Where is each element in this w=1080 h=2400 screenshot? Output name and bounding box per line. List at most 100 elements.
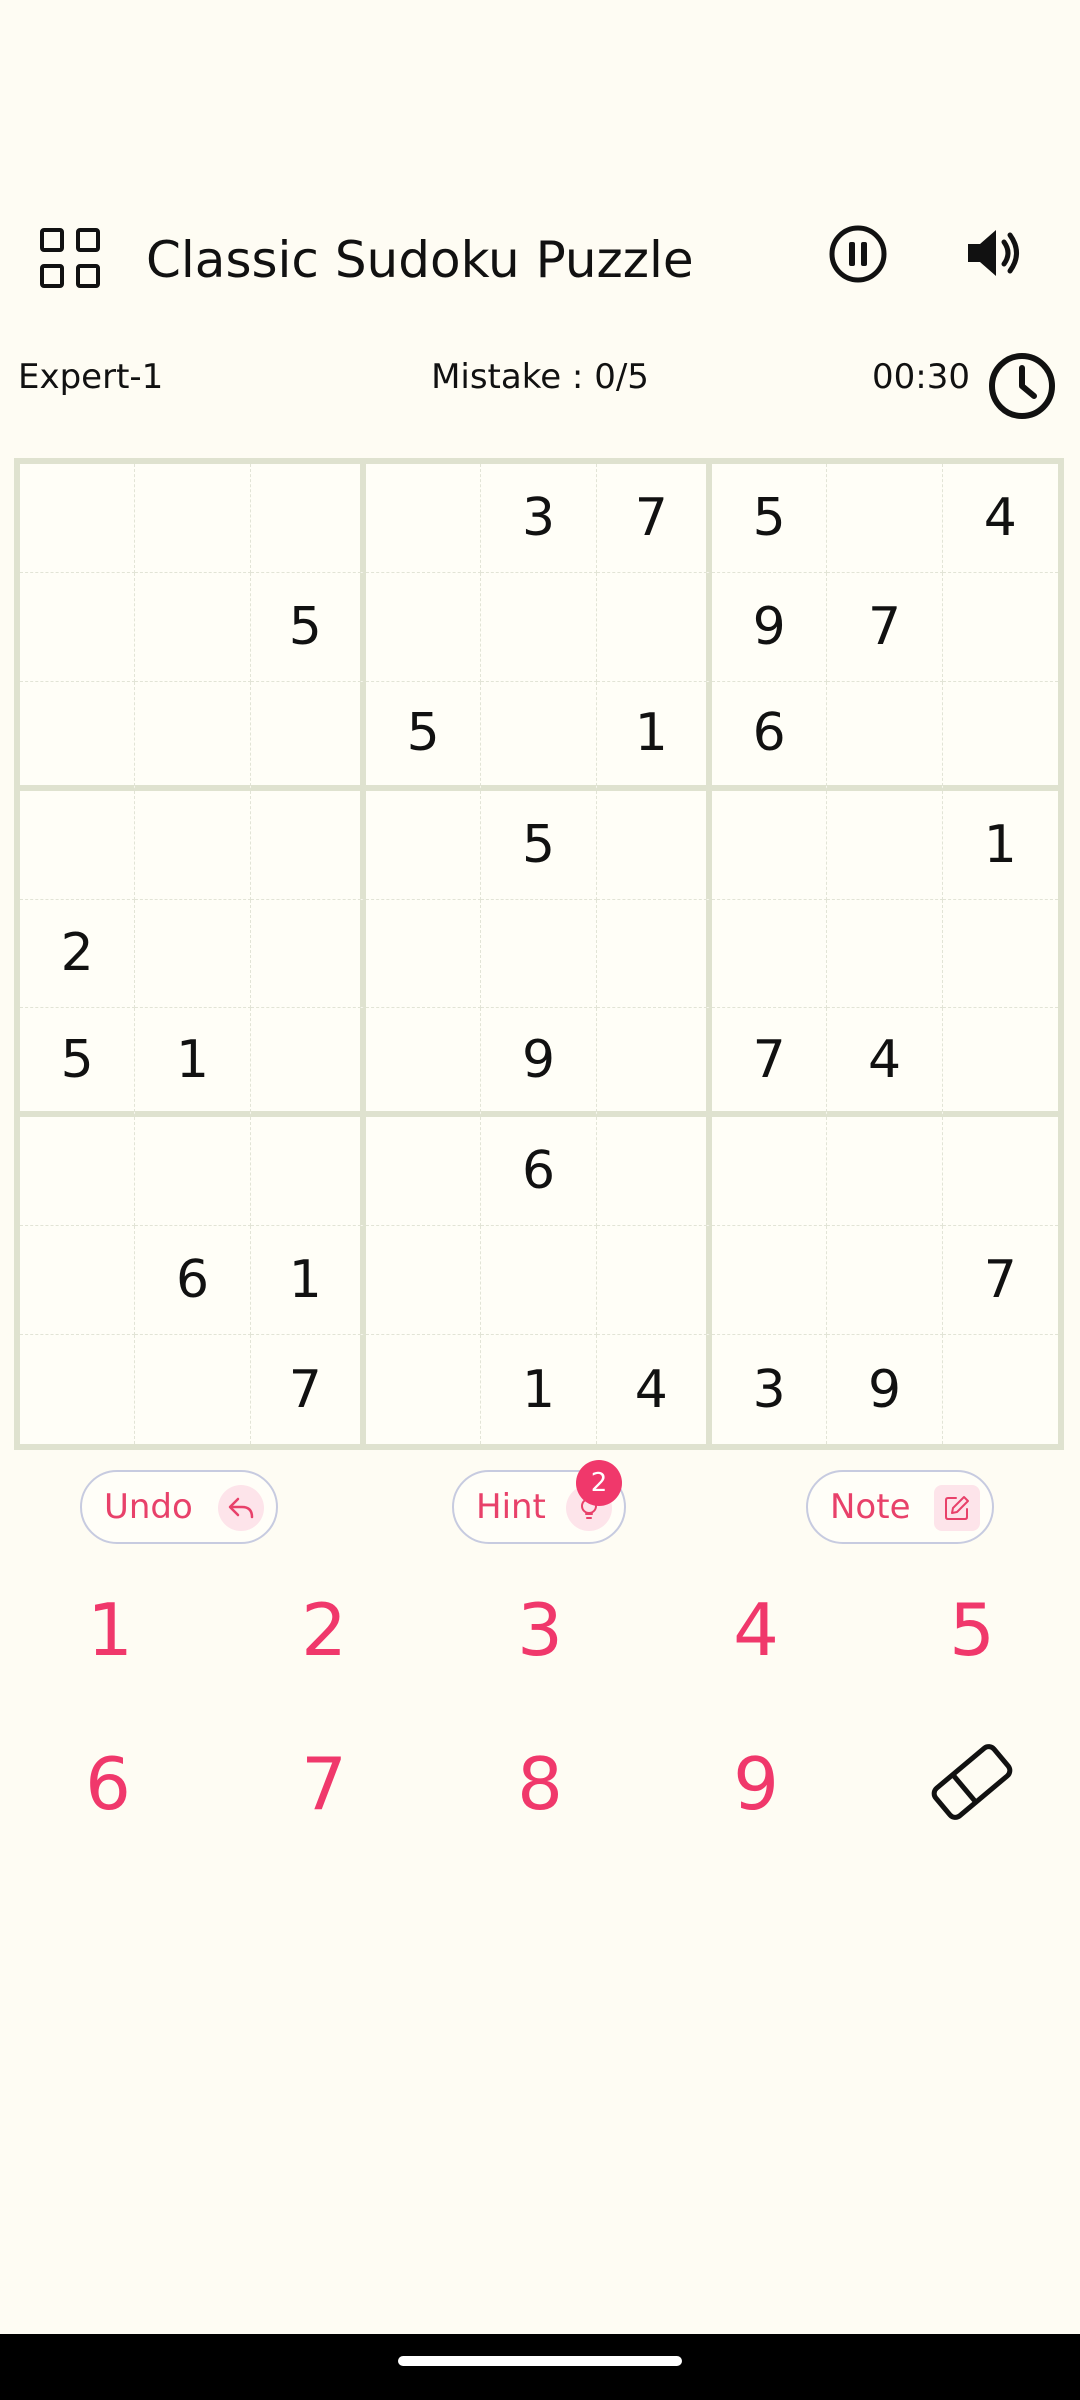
sudoku-cell[interactable]: 5: [481, 790, 597, 900]
sudoku-cell[interactable]: 4: [597, 1335, 712, 1444]
pause-icon[interactable]: [828, 224, 888, 284]
eraser-icon[interactable]: [924, 1734, 1020, 1830]
sudoku-cell[interactable]: [596, 899, 712, 1009]
sudoku-cell[interactable]: [20, 681, 136, 791]
sudoku-cell[interactable]: [942, 1117, 1058, 1227]
pad-key-7[interactable]: 7: [254, 1724, 394, 1844]
sudoku-cell[interactable]: 1: [596, 681, 712, 791]
sudoku-cell[interactable]: [366, 1226, 482, 1336]
sudoku-cell[interactable]: [712, 790, 828, 900]
sudoku-cell[interactable]: [366, 464, 482, 573]
undo-button[interactable]: Undo: [80, 1470, 278, 1544]
sudoku-cell[interactable]: [827, 790, 943, 900]
sudoku-cell[interactable]: [135, 464, 251, 573]
sudoku-cell[interactable]: [481, 681, 597, 791]
sudoku-cell[interactable]: 4: [827, 1008, 943, 1118]
sudoku-cell[interactable]: 1: [135, 1008, 251, 1118]
sudoku-cell[interactable]: [366, 1335, 482, 1444]
sudoku-cell[interactable]: [135, 1117, 251, 1227]
sudoku-cell[interactable]: 3: [481, 464, 597, 573]
sudoku-cell[interactable]: 4: [942, 464, 1058, 573]
sudoku-cell[interactable]: 2: [20, 899, 136, 1009]
sudoku-cell[interactable]: 5: [20, 1008, 136, 1118]
sudoku-cell[interactable]: [712, 1117, 828, 1227]
sudoku-cell[interactable]: [942, 682, 1058, 791]
sudoku-cell[interactable]: [20, 572, 136, 682]
pad-key-2[interactable]: 2: [254, 1570, 394, 1690]
sudoku-cell[interactable]: [481, 899, 597, 1009]
sudoku-cell[interactable]: [20, 790, 136, 900]
sudoku-cell[interactable]: 3: [712, 1335, 828, 1444]
sudoku-cell[interactable]: 7: [712, 1008, 828, 1118]
sudoku-cell[interactable]: [135, 681, 251, 791]
undo-label: Undo: [104, 1487, 193, 1527]
pad-key-1[interactable]: 1: [40, 1570, 180, 1690]
sudoku-cell[interactable]: [366, 572, 482, 682]
pad-key-9[interactable]: 9: [686, 1724, 826, 1844]
sudoku-cell[interactable]: 5: [250, 572, 366, 682]
sudoku-cell[interactable]: [135, 899, 251, 1009]
sudoku-cell[interactable]: 5: [366, 681, 482, 791]
sudoku-cell[interactable]: 9: [827, 1335, 943, 1444]
sudoku-cell[interactable]: 9: [481, 1008, 597, 1118]
sudoku-cell[interactable]: [250, 1117, 366, 1227]
sudoku-cell[interactable]: 7: [942, 1226, 1058, 1336]
sudoku-cell[interactable]: 6: [481, 1117, 597, 1227]
sudoku-cell[interactable]: [481, 1226, 597, 1336]
sudoku-cell[interactable]: [596, 572, 712, 682]
sudoku-cell[interactable]: 9: [712, 572, 828, 682]
sudoku-cell[interactable]: [366, 1008, 482, 1118]
sudoku-cell[interactable]: [942, 900, 1058, 1009]
sudoku-cell[interactable]: 7: [596, 464, 712, 573]
sudoku-cell[interactable]: 6: [712, 681, 828, 791]
clock-icon: [986, 350, 1058, 422]
sudoku-cell[interactable]: [942, 1008, 1058, 1118]
sudoku-cell[interactable]: [250, 899, 366, 1009]
home-indicator[interactable]: [398, 2356, 682, 2366]
sudoku-cell[interactable]: [20, 1117, 136, 1227]
sudoku-cell[interactable]: [827, 681, 943, 791]
sudoku-cell[interactable]: 7: [827, 572, 943, 682]
sudoku-cell[interactable]: [827, 464, 943, 573]
sudoku-cell[interactable]: [20, 1226, 136, 1336]
pad-key-6[interactable]: 6: [38, 1724, 178, 1844]
sudoku-cell[interactable]: [250, 1008, 366, 1118]
sudoku-cell[interactable]: [250, 464, 366, 573]
sudoku-cell[interactable]: [481, 572, 597, 682]
sudoku-cell[interactable]: [827, 899, 943, 1009]
pad-key-5[interactable]: 5: [902, 1570, 1042, 1690]
sudoku-cell[interactable]: [596, 1226, 712, 1336]
sudoku-cell[interactable]: [366, 790, 482, 900]
sudoku-cell[interactable]: [135, 572, 251, 682]
sudoku-cell[interactable]: [366, 899, 482, 1009]
sudoku-cell[interactable]: [827, 1117, 943, 1227]
sudoku-cell[interactable]: 1: [481, 1335, 597, 1444]
note-button[interactable]: Note: [806, 1470, 994, 1544]
sudoku-cell[interactable]: [712, 1226, 828, 1336]
sudoku-cell[interactable]: [20, 464, 136, 573]
sudoku-cell[interactable]: 5: [712, 464, 828, 573]
sudoku-cell[interactable]: [596, 790, 712, 900]
pad-key-4[interactable]: 4: [686, 1570, 826, 1690]
sudoku-cell[interactable]: [135, 1335, 251, 1444]
sudoku-cell[interactable]: [135, 790, 251, 900]
sudoku-cell[interactable]: 6: [135, 1226, 251, 1336]
speaker-icon[interactable]: [962, 222, 1024, 284]
sudoku-cell[interactable]: 1: [250, 1226, 366, 1336]
sudoku-cell[interactable]: [366, 1117, 482, 1227]
sudoku-cell[interactable]: [712, 899, 828, 1009]
timer: 00:30: [872, 357, 970, 397]
pad-key-8[interactable]: 8: [470, 1724, 610, 1844]
grid-menu-icon[interactable]: [40, 228, 104, 292]
sudoku-cell[interactable]: [20, 1335, 136, 1444]
sudoku-cell[interactable]: 7: [251, 1335, 366, 1444]
sudoku-cell[interactable]: [942, 573, 1058, 682]
sudoku-cell[interactable]: 1: [942, 791, 1058, 900]
sudoku-cell[interactable]: [827, 1226, 943, 1336]
sudoku-cell[interactable]: [943, 1335, 1058, 1444]
sudoku-cell[interactable]: [250, 681, 366, 791]
sudoku-cell[interactable]: [250, 790, 366, 900]
sudoku-cell[interactable]: [596, 1117, 712, 1227]
sudoku-cell[interactable]: [596, 1008, 712, 1118]
pad-key-3[interactable]: 3: [470, 1570, 610, 1690]
